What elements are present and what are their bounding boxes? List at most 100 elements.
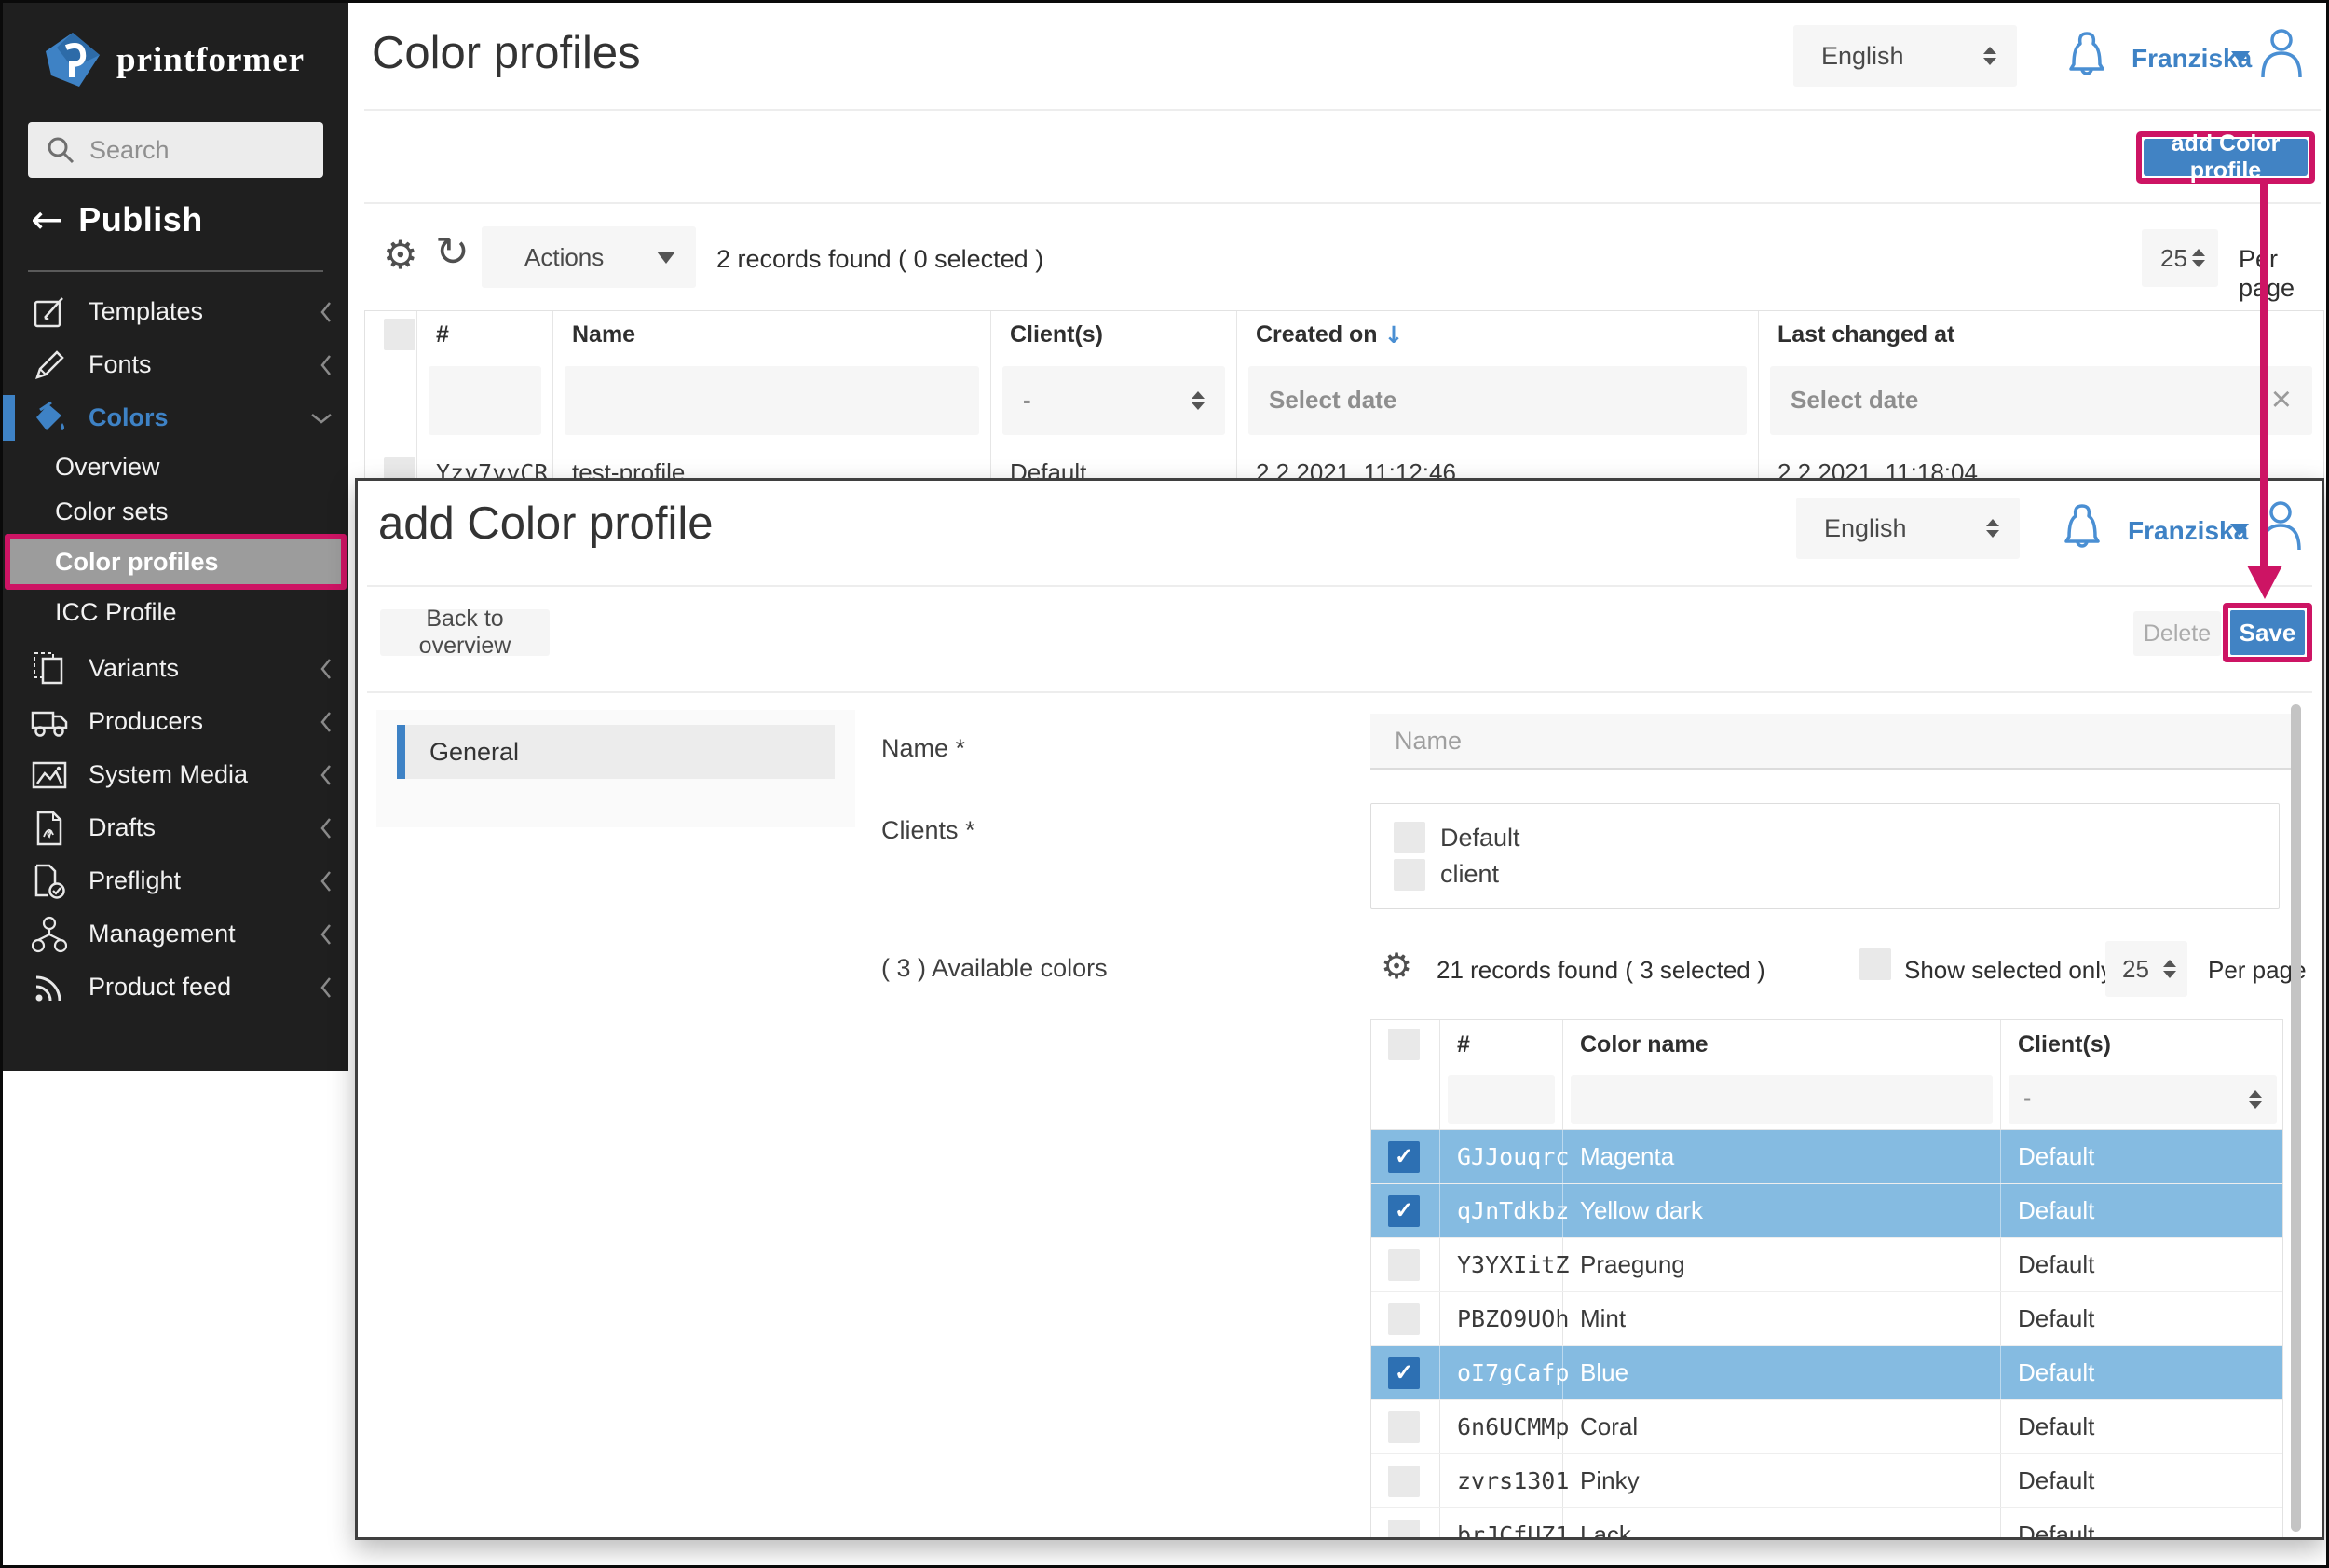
sidebar-item-management[interactable]: Management	[3, 907, 348, 961]
page-title: Color profiles	[372, 27, 641, 79]
printformer-logo-icon	[44, 31, 102, 89]
client-option-default[interactable]: Default	[1394, 822, 2256, 853]
actions-select[interactable]: Actions	[482, 226, 696, 288]
chevron-left-icon	[319, 869, 334, 893]
variants-icon	[31, 651, 68, 687]
user-menu-caret-icon[interactable]	[2231, 51, 2250, 63]
add-color-profile-button[interactable]: add Color profile	[2144, 139, 2308, 176]
sidebar-item-overview[interactable]: Overview	[3, 444, 348, 489]
toolbar-divider	[364, 202, 2321, 204]
language-select[interactable]: English	[1796, 498, 2020, 559]
search-icon	[45, 134, 76, 166]
sidebar-item-color-sets[interactable]: Color sets	[3, 489, 348, 534]
clear-filter-icon[interactable]: ×	[2271, 380, 2292, 420]
language-select[interactable]: English	[1793, 25, 2017, 87]
select-all-checkbox[interactable]	[384, 319, 415, 350]
color-row[interactable]: brJCfUZ1LackDefault	[1371, 1508, 2282, 1540]
row-checkbox[interactable]	[1388, 1466, 1420, 1497]
sidebar-item-fonts[interactable]: Fonts	[3, 338, 348, 391]
color-row[interactable]: Y3YXIitZPraegungDefault	[1371, 1238, 2282, 1292]
per-page-label: Per page	[2239, 245, 2326, 303]
sidebar-item-icc-profile[interactable]: ICC Profile	[3, 590, 348, 634]
select-arrows-icon	[2192, 249, 2205, 267]
user-avatar-icon[interactable]	[2257, 25, 2306, 81]
sidebar-menu: Templates Fonts Colors Overview Color se	[3, 285, 348, 1014]
color-client-filter-select[interactable]: -	[2009, 1075, 2277, 1124]
color-row[interactable]: 6n6UCMMpCoralDefault	[1371, 1400, 2282, 1454]
color-id: oI7gCafp	[1440, 1346, 1563, 1399]
row-checkbox[interactable]: ✓	[1388, 1141, 1420, 1173]
client-option-client[interactable]: client	[1394, 859, 2256, 891]
checkbox[interactable]	[1394, 859, 1425, 891]
per-page-select[interactable]: 25	[2142, 229, 2218, 287]
color-clients: Default	[2001, 1508, 2284, 1540]
checkbox[interactable]	[1394, 822, 1425, 853]
row-checkbox[interactable]: ✓	[1388, 1357, 1420, 1389]
templates-icon	[31, 295, 68, 329]
select-arrows-icon	[2163, 960, 2176, 978]
chevron-left-icon	[319, 300, 334, 324]
select-arrows-icon	[1192, 391, 1205, 410]
colors-table-gear-icon[interactable]: ⚙	[1381, 948, 1412, 984]
logo[interactable]: printformer	[44, 31, 305, 89]
delete-button[interactable]: Delete	[2133, 611, 2221, 656]
sidebar-search[interactable]	[28, 122, 323, 178]
row-checkbox[interactable]: ✓	[1388, 1195, 1420, 1227]
sidebar-item-preflight[interactable]: Preflight	[3, 854, 348, 907]
show-selected-only-checkbox[interactable]	[1859, 948, 1891, 980]
color-clients: Default	[2001, 1292, 2284, 1345]
sidebar-item-variants[interactable]: Variants	[3, 642, 348, 695]
table-settings-gear-icon[interactable]: ⚙	[383, 236, 418, 275]
search-input[interactable]	[89, 136, 294, 165]
changed-date-filter[interactable]: Select date×	[1770, 366, 2312, 435]
sidebar-item-color-profiles[interactable]: Color profiles	[5, 534, 347, 590]
active-section-indicator	[3, 395, 15, 441]
row-checkbox[interactable]	[1388, 1520, 1420, 1541]
name-input[interactable]	[1370, 714, 2291, 770]
sidebar-item-colors[interactable]: Colors	[3, 391, 348, 444]
color-row[interactable]: ✓GJJouqrcMagentaDefault	[1371, 1130, 2282, 1184]
sidebar-item-producers[interactable]: Producers	[3, 695, 348, 748]
chevron-left-icon	[319, 922, 334, 947]
pdf-file-icon	[31, 811, 68, 846]
overlay-scrollbar[interactable]	[2291, 704, 2301, 1532]
color-row[interactable]: zvrs1301PinkyDefault	[1371, 1454, 2282, 1508]
back-to-overview-button[interactable]: Back to overview	[380, 609, 550, 656]
color-clients: Default	[2001, 1238, 2284, 1291]
id-filter-input[interactable]	[429, 366, 541, 435]
clients-checkbox-group: Default client	[1370, 803, 2280, 909]
back-to-publish[interactable]: ← Publish	[31, 200, 203, 239]
color-name-filter-input[interactable]	[1571, 1075, 1993, 1124]
client-filter-select[interactable]: -	[1002, 366, 1225, 435]
color-row[interactable]: PBZO9UOhMintDefault	[1371, 1292, 2282, 1346]
colors-table-body: ✓GJJouqrcMagentaDefault✓qJnTdkbzYellow d…	[1371, 1130, 2282, 1540]
table-header-row: # Name Client(s) Created on ↓ Last chang…	[365, 311, 2323, 358]
row-checkbox[interactable]	[1388, 1303, 1420, 1335]
sidebar-item-product-feed[interactable]: Product feed	[3, 961, 348, 1014]
user-menu-caret-icon[interactable]	[2230, 524, 2249, 536]
notifications-bell-icon[interactable]	[2060, 501, 2104, 553]
chevron-down-icon	[309, 411, 334, 426]
created-date-filter[interactable]: Select date	[1248, 366, 1747, 435]
notifications-bell-icon[interactable]	[2064, 29, 2109, 81]
colors-table-filter-row: -	[1371, 1069, 2282, 1130]
select-arrows-icon	[2249, 1090, 2262, 1109]
colors-per-page-select[interactable]: 25	[2105, 941, 2187, 997]
row-checkbox[interactable]	[1388, 1249, 1420, 1281]
color-row[interactable]: ✓oI7gCafpBlueDefault	[1371, 1346, 2282, 1400]
row-checkbox[interactable]	[1388, 1411, 1420, 1443]
color-row[interactable]: ✓qJnTdkbzYellow darkDefault	[1371, 1184, 2282, 1238]
color-id-filter-input[interactable]	[1448, 1075, 1555, 1124]
sidebar-item-templates[interactable]: Templates	[3, 285, 348, 338]
sidebar-item-system-media[interactable]: System Media	[3, 748, 348, 801]
select-all-checkbox[interactable]	[1388, 1029, 1420, 1060]
refresh-icon[interactable]: ↻	[435, 232, 470, 273]
name-filter-input[interactable]	[565, 366, 979, 435]
available-colors-label: ( 3 ) Available colors	[881, 954, 1108, 983]
sidebar-item-drafts[interactable]: Drafts	[3, 801, 348, 854]
annotation-arrow-head-icon	[2247, 566, 2282, 599]
screenshot-root: printformer ← Publish Templates	[0, 0, 2329, 1568]
org-chart-icon	[31, 916, 68, 953]
color-clients: Default	[2001, 1400, 2284, 1453]
tab-general[interactable]: General	[397, 725, 835, 779]
